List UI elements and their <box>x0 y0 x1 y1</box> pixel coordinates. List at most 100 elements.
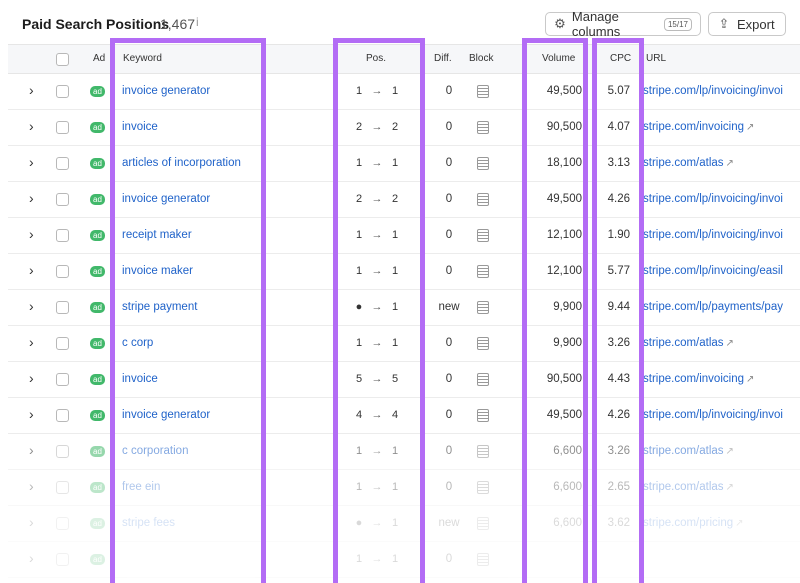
row-checkbox[interactable] <box>56 517 69 530</box>
url-link[interactable]: stripe.com/atlas <box>643 445 724 457</box>
chevron-right-icon[interactable]: › <box>29 442 34 458</box>
external-link-icon[interactable]: ↗ <box>726 446 734 457</box>
select-all-checkbox[interactable] <box>56 53 69 66</box>
block-icon[interactable] <box>477 517 489 530</box>
export-icon: ⇪ <box>718 16 730 31</box>
row-checkbox[interactable] <box>56 553 69 566</box>
external-link-icon[interactable]: ↗ <box>746 122 754 133</box>
block-icon[interactable] <box>477 553 489 566</box>
col-url[interactable]: URL <box>646 53 666 64</box>
ad-badge: ad <box>90 554 105 565</box>
row-checkbox[interactable] <box>56 229 69 242</box>
external-link-icon[interactable]: ↗ <box>746 374 754 385</box>
url-cell: stripe.com/invoicing ↗ <box>643 373 754 385</box>
export-button[interactable]: ⇪ Export <box>708 12 786 36</box>
result-count: 1,467 <box>160 16 196 32</box>
block-icon[interactable] <box>477 301 489 314</box>
url-link[interactable]: stripe.com/lp/payments/pay <box>643 301 783 313</box>
url-link[interactable]: stripe.com/lp/invoicing/invoi <box>643 193 783 205</box>
position-diff: 0 <box>445 337 453 349</box>
url-link[interactable]: stripe.com/lp/invoicing/invoi <box>643 409 783 421</box>
block-icon[interactable] <box>477 445 489 458</box>
block-icon[interactable] <box>477 373 489 386</box>
block-icon[interactable] <box>477 409 489 422</box>
url-cell: stripe.com/atlas ↗ <box>643 445 734 457</box>
url-cell: stripe.com/invoicing ↗ <box>643 121 754 133</box>
row-checkbox[interactable] <box>56 445 69 458</box>
ad-badge: ad <box>90 518 105 529</box>
manage-columns-label: Manage columns <box>571 9 621 39</box>
position-diff: 0 <box>445 445 453 457</box>
block-icon[interactable] <box>477 85 489 98</box>
paid-search-panel: Paid Search Positions 1,467 i ⚙ Manage c… <box>0 0 800 583</box>
row-checkbox[interactable] <box>56 193 69 206</box>
chevron-right-icon[interactable]: › <box>29 406 34 422</box>
chevron-right-icon[interactable]: › <box>29 82 34 98</box>
col-diff[interactable]: Diff. <box>434 53 452 64</box>
chevron-right-icon[interactable]: › <box>29 334 34 350</box>
row-checkbox[interactable] <box>56 337 69 350</box>
block-icon[interactable] <box>477 265 489 278</box>
keyword-column-highlight <box>110 38 266 583</box>
row-checkbox[interactable] <box>56 121 69 134</box>
url-cell: stripe.com/lp/invoicing/invoi <box>643 85 783 97</box>
chevron-right-icon[interactable]: › <box>29 298 34 314</box>
external-link-icon[interactable]: ↗ <box>726 158 734 169</box>
url-link[interactable]: stripe.com/lp/invoicing/invoi <box>643 229 783 241</box>
position-diff: new <box>438 517 460 529</box>
block-icon[interactable] <box>477 481 489 494</box>
url-link[interactable]: stripe.com/invoicing <box>643 121 744 133</box>
info-icon[interactable]: i <box>196 15 199 29</box>
url-link[interactable]: stripe.com/lp/invoicing/invoi <box>643 85 783 97</box>
block-icon[interactable] <box>477 229 489 242</box>
chevron-right-icon[interactable]: › <box>29 370 34 386</box>
columns-count-badge: 15/17 <box>663 17 692 31</box>
url-link[interactable]: stripe.com/invoicing <box>643 373 744 385</box>
url-cell: stripe.com/lp/invoicing/easil <box>643 265 783 277</box>
position-diff: new <box>438 301 460 313</box>
position-diff: 0 <box>445 373 453 385</box>
gear-icon: ⚙ <box>554 16 566 31</box>
row-checkbox[interactable] <box>56 481 69 494</box>
col-block[interactable]: Block <box>469 53 493 64</box>
ad-badge: ad <box>90 410 105 421</box>
chevron-right-icon[interactable]: › <box>29 154 34 170</box>
block-icon[interactable] <box>477 121 489 134</box>
ad-badge: ad <box>90 194 105 205</box>
chevron-right-icon[interactable]: › <box>29 478 34 494</box>
url-cell: stripe.com/lp/payments/pay <box>643 301 783 313</box>
url-link[interactable]: stripe.com/lp/invoicing/easil <box>643 265 783 277</box>
row-checkbox[interactable] <box>56 373 69 386</box>
chevron-right-icon[interactable]: › <box>29 550 34 566</box>
row-checkbox[interactable] <box>56 409 69 422</box>
ad-badge: ad <box>90 338 105 349</box>
block-icon[interactable] <box>477 337 489 350</box>
row-checkbox[interactable] <box>56 85 69 98</box>
block-icon[interactable] <box>477 193 489 206</box>
ad-badge: ad <box>90 158 105 169</box>
external-link-icon[interactable]: ↗ <box>726 338 734 349</box>
url-cell: stripe.com/lp/invoicing/invoi <box>643 193 783 205</box>
external-link-icon[interactable]: ↗ <box>726 482 734 493</box>
row-checkbox[interactable] <box>56 301 69 314</box>
row-checkbox[interactable] <box>56 265 69 278</box>
cpc-column-highlight <box>592 38 644 583</box>
position-diff: 0 <box>445 193 453 205</box>
ad-badge: ad <box>90 482 105 493</box>
external-link-icon[interactable]: ↗ <box>735 518 743 529</box>
block-icon[interactable] <box>477 157 489 170</box>
position-diff: 0 <box>445 481 453 493</box>
chevron-right-icon[interactable]: › <box>29 262 34 278</box>
url-link[interactable]: stripe.com/atlas <box>643 337 724 349</box>
chevron-right-icon[interactable]: › <box>29 514 34 530</box>
chevron-right-icon[interactable]: › <box>29 190 34 206</box>
row-checkbox[interactable] <box>56 157 69 170</box>
chevron-right-icon[interactable]: › <box>29 118 34 134</box>
chevron-right-icon[interactable]: › <box>29 226 34 242</box>
manage-columns-button[interactable]: ⚙ Manage columns 15/17 <box>545 9 701 39</box>
url-link[interactable]: stripe.com/atlas <box>643 157 724 169</box>
url-link[interactable]: stripe.com/pricing <box>643 517 733 529</box>
position-diff: 0 <box>445 409 453 421</box>
export-label: Export <box>737 16 775 32</box>
url-link[interactable]: stripe.com/atlas <box>643 481 724 493</box>
